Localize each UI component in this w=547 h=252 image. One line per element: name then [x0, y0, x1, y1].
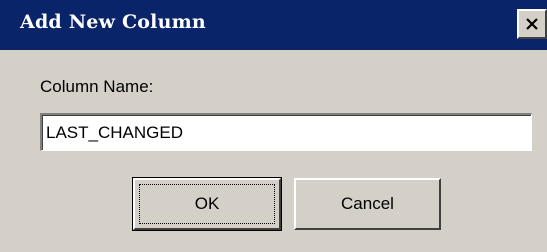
add-new-column-dialog: Add New Column Column Name: OK Cancel [0, 0, 547, 252]
close-button[interactable] [517, 9, 547, 39]
title-bar[interactable]: Add New Column [0, 0, 547, 50]
cancel-button[interactable]: Cancel [294, 178, 441, 230]
ok-button[interactable]: OK [132, 177, 282, 231]
column-name-label: Column Name: [40, 77, 154, 96]
ok-button-label: OK [194, 194, 220, 213]
close-x-icon [525, 18, 539, 30]
column-name-input[interactable] [40, 113, 532, 151]
cancel-button-label: Cancel [341, 194, 394, 213]
dialog-title: Add New Column [20, 11, 206, 33]
